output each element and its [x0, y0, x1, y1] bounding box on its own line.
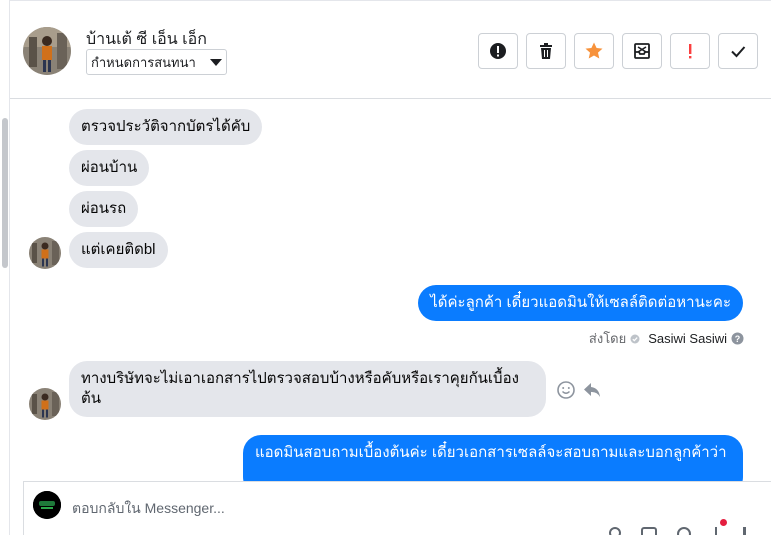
incoming-message[interactable]: ทางบริษัทจะไม่เอาเอกสารไปตรวจสอบบ้างหรือ…: [69, 361, 546, 417]
emoji-icon[interactable]: [677, 527, 691, 535]
attach-icon[interactable]: [609, 527, 621, 535]
star-button[interactable]: [574, 33, 614, 69]
header-actions: [478, 33, 758, 69]
emoji-react-icon[interactable]: [556, 380, 576, 400]
incoming-message[interactable]: ตรวจประวัติจากบัตรได้คับ: [69, 109, 263, 145]
reply-input[interactable]: ตอบกลับใน Messenger...: [72, 498, 225, 520]
composer-toolbar: [609, 519, 746, 535]
message-hover-tools: [556, 380, 602, 400]
sticker-icon[interactable]: [641, 527, 657, 535]
follow-up-button[interactable]: [670, 33, 710, 69]
more-icon[interactable]: [743, 527, 746, 535]
left-scrollbar-track[interactable]: [0, 0, 10, 535]
outgoing-message[interactable]: แอดมินสอบถามเบื้องต้นค่ะ เดี๋ยวเอกสารเซล…: [243, 435, 743, 481]
archive-inbox-icon: [634, 43, 650, 59]
sent-by-label: ส่งโดย: [588, 331, 627, 346]
conversation-label-select[interactable]: กำหนดการสนทนา: [86, 49, 227, 75]
exclamation-icon: [689, 44, 692, 59]
incoming-message[interactable]: แต่เคยติดbl: [69, 232, 168, 268]
conversation-header: บ้านเต้ ซี เอ็น เอ็ก กำหนดการสนทนา: [10, 0, 771, 99]
question-circle-icon[interactable]: ?: [731, 332, 744, 345]
sent-by-line: ส่งโดย Sasiwi Sasiwi ?: [589, 328, 744, 349]
outgoing-message[interactable]: ได้ค่ะลูกค้า เดี๋ยวแอดมินให้เซลล์ติดต่อห…: [418, 285, 743, 321]
reply-icon[interactable]: [582, 380, 602, 400]
mark-spam-button[interactable]: [478, 33, 518, 69]
incoming-message[interactable]: ผ่อนบ้าน: [69, 150, 150, 186]
sent-by-name[interactable]: Sasiwi Sasiwi: [648, 331, 727, 346]
star-icon: [585, 42, 603, 59]
check-circle-icon: [630, 334, 640, 343]
payment-icon[interactable]: [711, 519, 727, 535]
svg-text:?: ?: [735, 334, 741, 344]
move-to-inbox-button[interactable]: [622, 33, 662, 69]
message-composer: ตอบกลับใน Messenger...: [23, 481, 771, 535]
incoming-message[interactable]: ผ่อนรถ: [69, 191, 139, 227]
page-avatar: [33, 491, 61, 519]
trash-icon: [540, 43, 552, 59]
label-select-value: กำหนดการสนทนา: [91, 54, 196, 70]
message-thread[interactable]: ตรวจประวัติจากบัตรได้คับ ผ่อนบ้าน ผ่อนรถ…: [10, 99, 771, 481]
contact-avatar-small[interactable]: [29, 237, 61, 269]
left-scrollbar-thumb[interactable]: [2, 118, 8, 268]
inbox-conversation-view: บ้านเต้ ซี เอ็น เอ็ก กำหนดการสนทนา ตรวจป…: [0, 0, 771, 535]
delete-button[interactable]: [526, 33, 566, 69]
contact-avatar-small[interactable]: [29, 388, 61, 420]
caret-down-icon: [210, 58, 222, 66]
check-icon: [731, 46, 746, 58]
mark-done-button[interactable]: [718, 33, 758, 69]
exclamation-circle-icon: [490, 43, 506, 59]
contact-avatar[interactable]: [23, 27, 71, 75]
